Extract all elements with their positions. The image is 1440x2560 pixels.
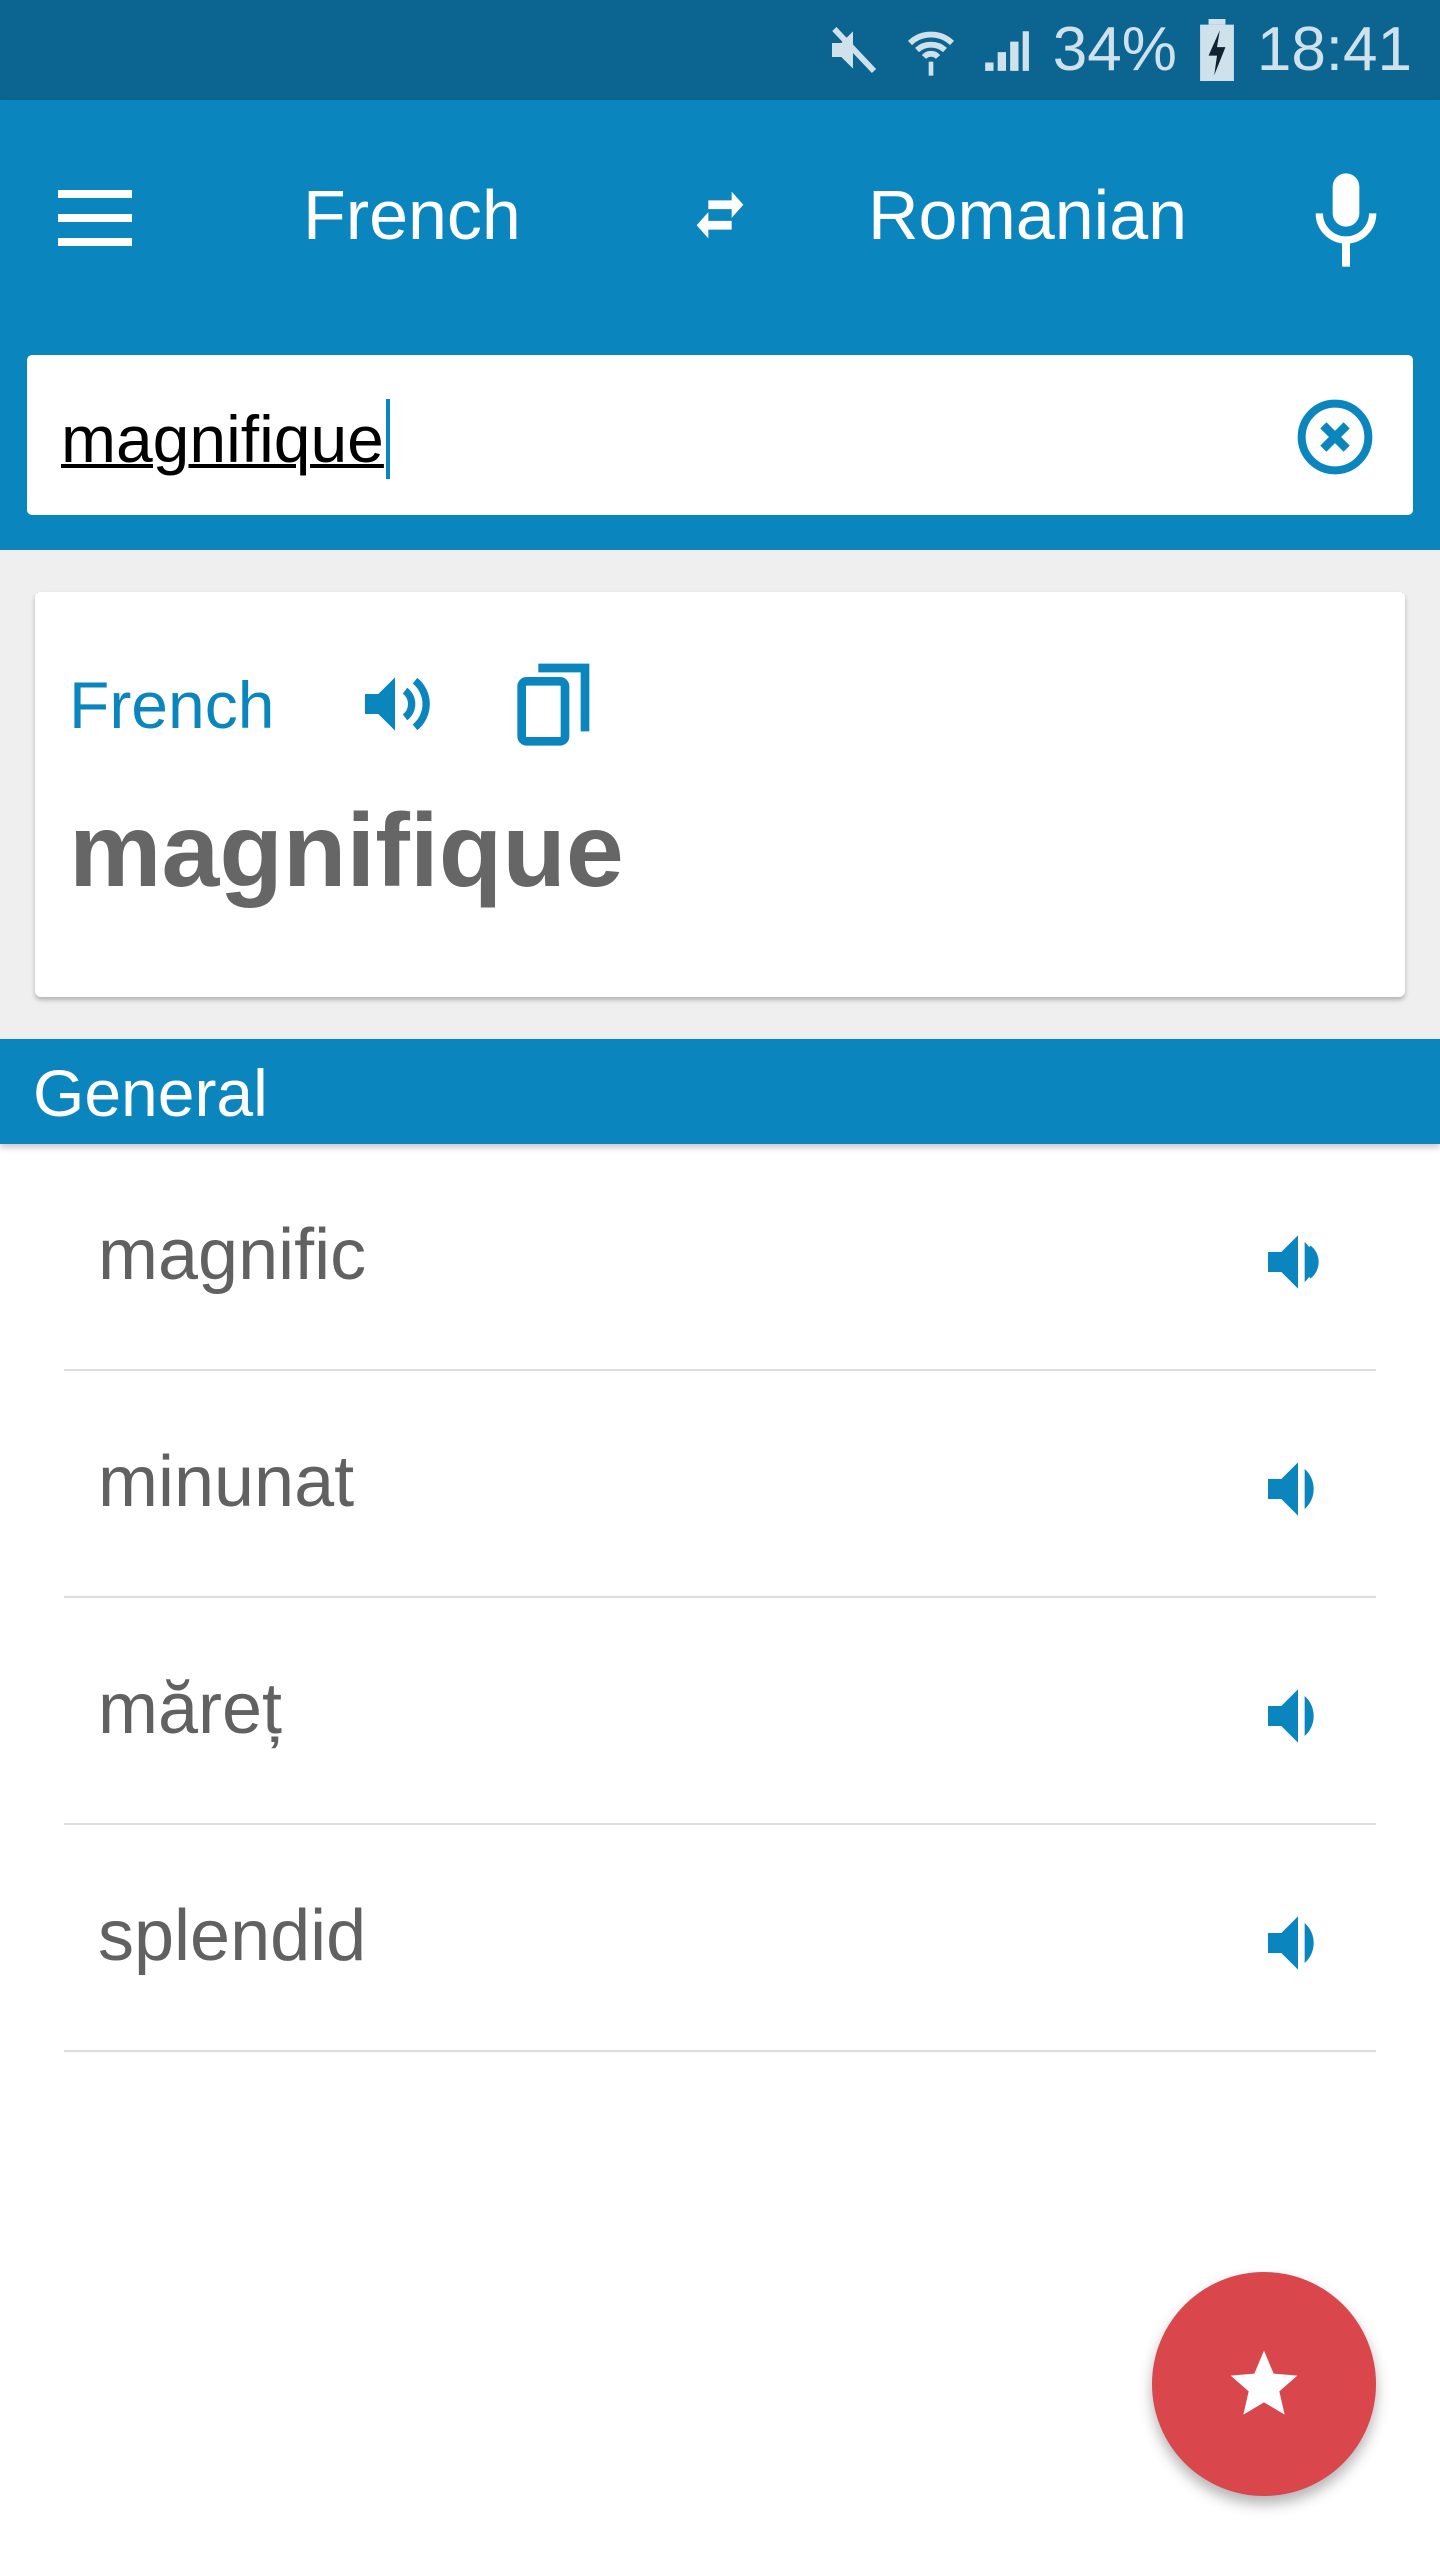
wifi-icon <box>907 31 954 76</box>
list-item[interactable]: magnific <box>64 1144 1376 1371</box>
speaker-icon[interactable] <box>1258 1903 1338 1983</box>
toolbar: French Romanian magnifique <box>0 100 1440 550</box>
result-card: French magnifique <box>35 592 1405 997</box>
battery-percent: 34% <box>1052 15 1177 84</box>
target-language-button[interactable]: Romanian <box>868 175 1187 255</box>
translation-list: magnific minunat măreț splendid <box>0 1144 1440 2052</box>
status-bar: 34% 18:41 <box>0 0 1440 100</box>
search-input[interactable]: magnifique <box>27 355 1413 515</box>
speaker-icon[interactable] <box>1258 1222 1338 1302</box>
translation-text: splendid <box>98 1896 367 1976</box>
result-language: French <box>69 668 275 742</box>
list-item[interactable]: măreț <box>64 1598 1376 1825</box>
mute-icon <box>831 26 876 73</box>
speaker-icon[interactable] <box>355 664 435 744</box>
result-word: magnifique <box>69 793 624 909</box>
speaker-icon[interactable] <box>1258 1676 1338 1756</box>
translation-text: magnific <box>98 1215 367 1295</box>
translation-text: măreț <box>98 1669 283 1749</box>
battery-charging-icon <box>1199 18 1234 81</box>
section-header: General <box>0 1039 1440 1144</box>
copy-icon[interactable] <box>515 658 595 748</box>
list-item[interactable]: splendid <box>64 1825 1376 2052</box>
menu-icon[interactable] <box>58 190 134 246</box>
favorite-button[interactable] <box>1152 2272 1376 2496</box>
list-item[interactable]: minunat <box>64 1371 1376 1598</box>
swap-languages-icon[interactable] <box>680 180 760 250</box>
source-language-button[interactable]: French <box>303 175 521 255</box>
translation-text: minunat <box>98 1442 355 1522</box>
search-input-value[interactable]: magnifique <box>61 399 390 479</box>
clear-search-icon[interactable] <box>1295 397 1375 477</box>
section-title: General <box>33 1056 268 1130</box>
microphone-icon[interactable] <box>1306 170 1386 270</box>
signal-icon <box>984 30 1029 71</box>
speaker-icon[interactable] <box>1258 1449 1338 1529</box>
clock: 18:41 <box>1256 15 1412 84</box>
star-icon <box>1230 2350 1298 2415</box>
